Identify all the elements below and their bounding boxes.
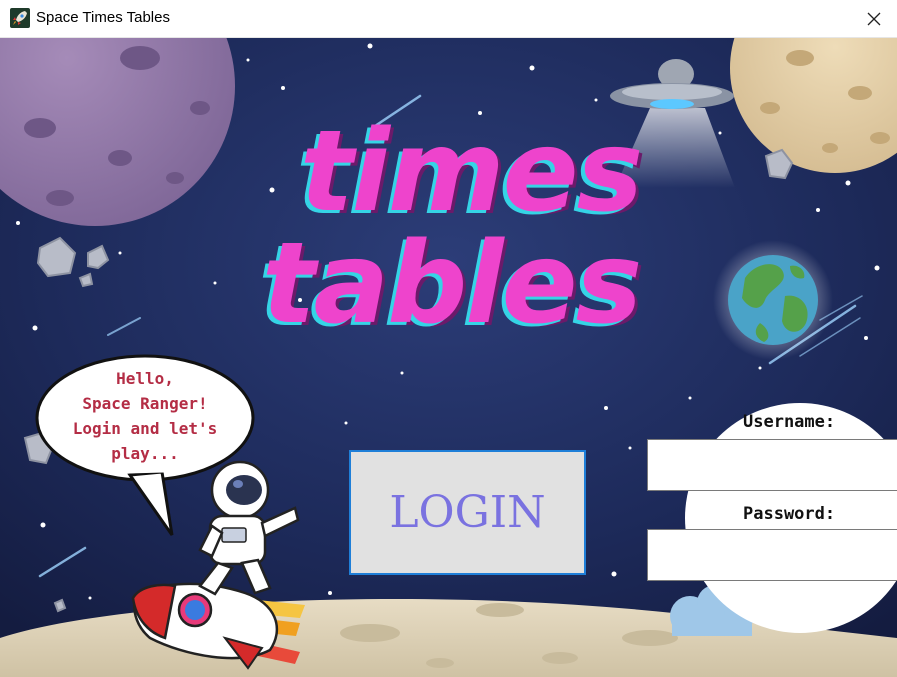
password-field[interactable] bbox=[647, 529, 897, 581]
login-button[interactable]: LOGIN bbox=[349, 450, 586, 575]
username-label: Username: bbox=[743, 412, 836, 432]
window-title: Space Times Tables bbox=[36, 9, 170, 26]
password-label: Password: bbox=[743, 504, 836, 524]
speech-line: play... bbox=[111, 444, 179, 463]
rocket-icon bbox=[10, 8, 30, 28]
close-button[interactable] bbox=[851, 0, 897, 37]
title-times: times bbox=[300, 107, 643, 237]
close-icon bbox=[867, 12, 881, 25]
space-scene: Hello, Space Ranger! Login and let's pla… bbox=[0, 38, 897, 677]
title-tables: tables bbox=[262, 219, 642, 349]
earth-planet bbox=[713, 240, 833, 360]
window-titlebar: Space Times Tables bbox=[0, 0, 897, 38]
speech-line: Login and let's bbox=[72, 419, 218, 438]
speech-bubble-text: Hello, Space Ranger! Login and let's pla… bbox=[50, 366, 240, 466]
speech-line: Hello, bbox=[116, 369, 174, 388]
username-field[interactable] bbox=[647, 439, 897, 491]
speech-line: Space Ranger! bbox=[82, 394, 208, 413]
